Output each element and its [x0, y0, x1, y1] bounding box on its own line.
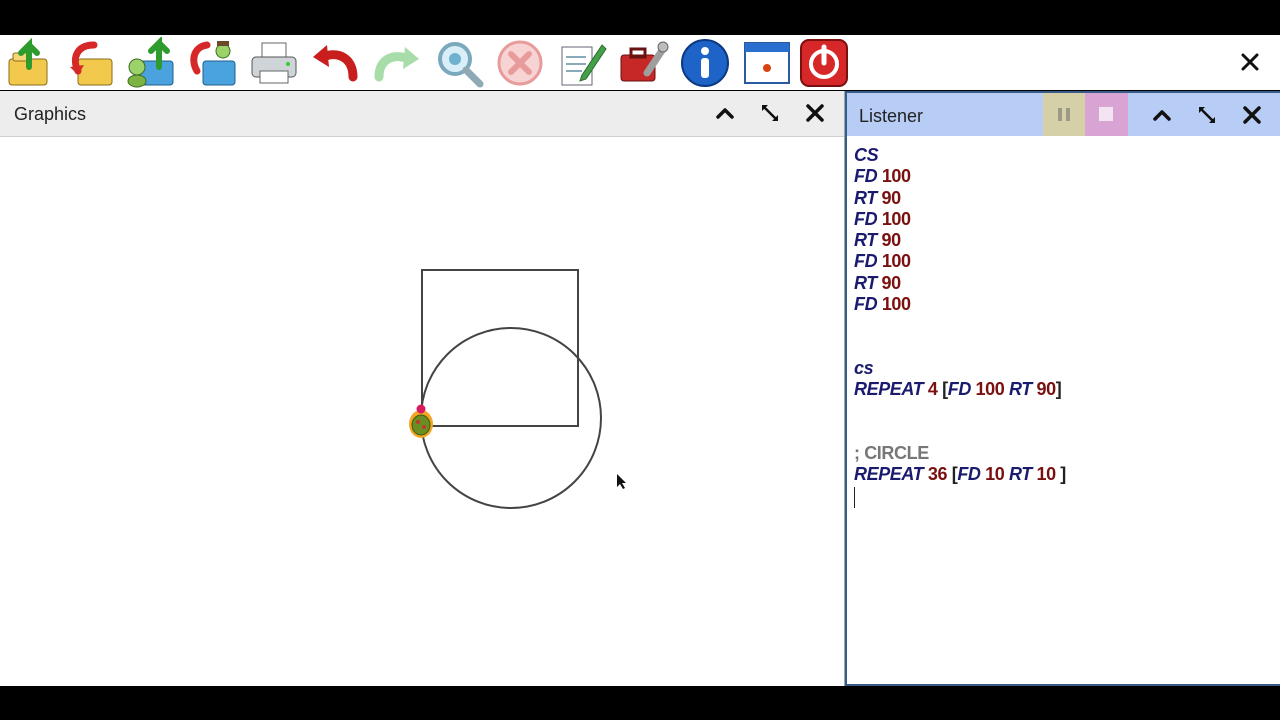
load-turtle-icon[interactable] [125, 37, 177, 89]
pause-button[interactable] [1043, 93, 1085, 136]
power-icon[interactable] [798, 37, 850, 89]
code-token: 100 [881, 294, 911, 315]
code-token: RT [1008, 464, 1032, 485]
code-token: 10 [1036, 464, 1056, 485]
window-icon[interactable] [741, 37, 793, 89]
load-icon[interactable] [3, 37, 55, 89]
code-token: FD [957, 464, 981, 485]
save-turtle-icon[interactable] [187, 37, 239, 89]
code-line: RT 90 [854, 273, 1066, 294]
collapse-icon[interactable] [713, 101, 737, 125]
code-token: RT [1008, 379, 1032, 400]
mouse-cursor-icon [617, 474, 626, 489]
code-line: REPEAT 4 [FD 100 RT 90] [854, 379, 1066, 400]
maximize-icon[interactable] [758, 101, 782, 125]
code-token: 100 [975, 379, 1005, 400]
code-token: CS [854, 145, 879, 165]
undo-icon[interactable] [309, 37, 361, 89]
text-caret [854, 486, 855, 508]
code-token: ] [1055, 379, 1062, 400]
code-token: FD [947, 379, 972, 400]
listener-header: Listener [847, 93, 1280, 136]
code-line: RT 90 [854, 188, 1066, 209]
code-token: 4 [927, 379, 938, 400]
code-token: FD [854, 166, 878, 187]
code-line: CS [854, 145, 1066, 166]
code-token: 100 [881, 208, 911, 229]
circle-drawing [420, 327, 602, 509]
code-token: 90 [881, 230, 901, 251]
bottom-bar [0, 686, 1280, 720]
listener-title: Listener [859, 106, 924, 126]
code-token: REPEAT [854, 379, 924, 400]
close-app-icon[interactable] [1238, 50, 1262, 74]
listener-code-area[interactable]: CS FD 100 RT 90 FD 100 RT 90 FD 100 RT 90 FD 10… [854, 145, 1066, 508]
code-token: cs [854, 357, 874, 378]
graphics-header: Graphics [0, 91, 844, 137]
code-token: REPEAT [854, 464, 924, 485]
code-token: RT [854, 187, 877, 208]
listener-close-icon[interactable] [1240, 103, 1264, 127]
listener-panel: Listener CS FD 100 RT 90 FD 100 RT 90 FD 100 R… [845, 91, 1280, 686]
code-token: 100 [881, 166, 911, 187]
code-token: ] [1055, 464, 1066, 485]
code-line: RT 90 [854, 230, 1066, 251]
zoom-icon[interactable] [433, 37, 485, 89]
code-token: 10 [985, 464, 1005, 485]
stop-button[interactable] [1085, 93, 1128, 136]
toolbar [0, 35, 1280, 90]
code-token: [ [937, 379, 948, 400]
turtle-icon [409, 404, 433, 438]
info-icon[interactable] [679, 37, 731, 89]
code-token: RT [854, 272, 877, 293]
graphics-panel: Graphics [0, 91, 845, 686]
edit-icon[interactable] [556, 37, 608, 89]
code-token: 36 [927, 464, 948, 485]
code-token: ; CIRCLE [854, 443, 929, 464]
code-line: ; CIRCLE [854, 443, 1066, 464]
save-icon[interactable] [64, 37, 116, 89]
code-token: FD [854, 294, 878, 315]
close-graphics-icon[interactable] [803, 101, 827, 125]
code-token: 90 [881, 272, 901, 293]
listener-maximize-icon[interactable] [1195, 103, 1219, 127]
code-line: FD 100 [854, 209, 1066, 230]
print-icon[interactable] [248, 37, 300, 89]
code-token: 90 [881, 187, 901, 208]
redo-icon[interactable] [371, 37, 423, 89]
code-line: FD 100 [854, 251, 1066, 272]
graphics-canvas[interactable] [0, 137, 844, 686]
square-drawing [421, 269, 579, 427]
cancel-icon[interactable] [494, 37, 546, 89]
tools-icon[interactable] [617, 37, 669, 89]
code-token: FD [854, 251, 878, 272]
code-line: REPEAT 36 [FD 10 RT 10 ] [854, 464, 1066, 485]
code-line: FD 100 [854, 294, 1066, 315]
code-line: FD 100 [854, 166, 1066, 187]
code-token: 90 [1036, 379, 1056, 400]
code-token: RT [854, 230, 877, 251]
graphics-title: Graphics [14, 104, 87, 124]
code-token: 100 [881, 251, 911, 272]
code-line: cs [854, 358, 1066, 379]
input-line[interactable] [854, 486, 1066, 508]
listener-collapse-icon[interactable] [1150, 103, 1174, 127]
code-token: [ [947, 464, 958, 485]
code-token: FD [854, 208, 878, 229]
